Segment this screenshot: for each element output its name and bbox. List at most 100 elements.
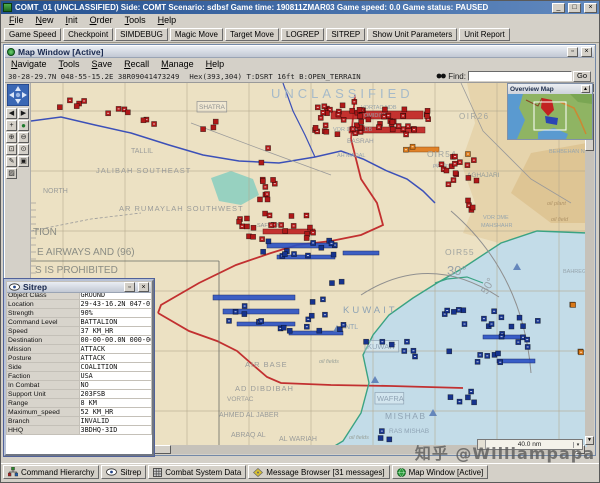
map-label: MAHSHAHR bbox=[481, 223, 513, 229]
map-label: TION bbox=[33, 227, 57, 238]
layers-icon[interactable]: ▨ bbox=[6, 168, 17, 179]
toolbar-button-simdebug[interactable]: SIMDEBUG bbox=[115, 27, 168, 41]
sitrep-field-label: Strength bbox=[6, 308, 80, 318]
prev-view-icon[interactable]: ◀ bbox=[6, 108, 17, 119]
taskbar-button-command-hierarchy[interactable]: Command Hierarchy bbox=[3, 465, 100, 479]
draw-icon[interactable]: ✎ bbox=[6, 156, 17, 167]
unit-cluster[interactable] bbox=[569, 301, 576, 308]
taskbar-button-combat-system-data[interactable]: Combat System Data bbox=[148, 465, 247, 479]
map-status-bar: 30-28-29.7N 048-55-15.2E 38R09041473249 … bbox=[5, 70, 594, 83]
toolbar-button-logrep[interactable]: LOGREP bbox=[281, 27, 325, 41]
sitrep-field-value: ATTACK bbox=[78, 353, 152, 363]
map-label: RAS MISHAB bbox=[389, 428, 429, 435]
sitrep-field-value: 00-00-00.0N 000-00-00.0E bbox=[78, 335, 152, 345]
sitrep-title-bar[interactable]: Sitrep ▫ × bbox=[7, 282, 151, 293]
map-window-restore-button[interactable]: ▫ bbox=[567, 46, 578, 57]
zoom-reset-icon[interactable]: ⊙ bbox=[18, 144, 29, 155]
sitrep-field-value: 29-43-16.2N 047-01-57.1E bbox=[78, 299, 152, 309]
toolbar-button-target-move[interactable]: Target Move bbox=[224, 27, 279, 41]
find-go-button[interactable]: Go bbox=[572, 70, 591, 82]
sitrep-field-label: Speed bbox=[6, 326, 80, 336]
sitrep-field-label: Command Level bbox=[6, 317, 80, 327]
taskbar-button-sitrep[interactable]: Sitrep bbox=[101, 465, 147, 479]
map-menu-recall[interactable]: Recall bbox=[118, 59, 155, 69]
map-label: AL WARIAH bbox=[279, 436, 317, 443]
find-input[interactable] bbox=[467, 71, 572, 81]
menu-init[interactable]: Init bbox=[60, 15, 84, 25]
sitrep-field-label: Destination bbox=[6, 335, 80, 345]
map-label: S IS PROHIBITED bbox=[35, 265, 118, 276]
minimize-button[interactable]: _ bbox=[552, 2, 565, 13]
map-label: VORTAC bbox=[227, 396, 254, 403]
map-label: SHATRA bbox=[199, 104, 226, 111]
sitrep-row: Range 8 KM bbox=[6, 398, 152, 408]
main-toolbar: Game Speed Checkpoint SIMDEBUG Magic Move Ta… bbox=[1, 26, 599, 43]
next-view-icon[interactable]: ▶ bbox=[18, 108, 29, 119]
sitrep-field-label: Faction bbox=[6, 371, 80, 381]
sitrep-restore-button[interactable]: ▫ bbox=[124, 282, 135, 292]
globe-icon bbox=[396, 467, 406, 477]
map-label: ABRAQ AL bbox=[231, 432, 266, 439]
toolbar-button-show-unit-parameters[interactable]: Show Unit Parameters bbox=[367, 27, 458, 41]
message-icon bbox=[253, 467, 264, 477]
toolbar-button-game-speed[interactable]: Game Speed bbox=[4, 27, 62, 41]
map-label: NORTH bbox=[43, 188, 68, 195]
center-icon[interactable]: + bbox=[6, 120, 17, 131]
zoom-area-icon[interactable]: ⊡ bbox=[6, 144, 17, 155]
toolbar-button-magic-move[interactable]: Magic Move bbox=[169, 27, 223, 41]
sitrep-close-button[interactable]: × bbox=[138, 282, 149, 292]
map-label: JALIBAH SOUTHEAST bbox=[96, 166, 191, 175]
toolbar-button-checkpoint[interactable]: Checkpoint bbox=[63, 27, 114, 41]
sitrep-field-label: Branch bbox=[6, 416, 80, 426]
map-menu-tools[interactable]: Tools bbox=[53, 59, 86, 69]
map-label: MISHAB bbox=[385, 411, 427, 421]
maximize-button[interactable]: □ bbox=[568, 2, 581, 13]
menu-tools[interactable]: Tools bbox=[119, 15, 152, 25]
sitrep-field-label: Maximum_speed bbox=[6, 407, 80, 417]
map-menu-bar: Navigate Tools Save Recall Manage Help bbox=[5, 58, 594, 70]
map-label: TALLIL bbox=[131, 148, 153, 155]
map-menu-help[interactable]: Help bbox=[200, 59, 231, 69]
sitrep-field-label: Posture bbox=[6, 353, 80, 363]
map-window-title-bar[interactable]: Map Window [Active] ▫ × bbox=[5, 46, 594, 58]
sitrep-row: Command Level BATTALION bbox=[6, 317, 152, 327]
menu-new[interactable]: New bbox=[30, 15, 60, 25]
globe-icon[interactable]: ● bbox=[18, 120, 29, 131]
sitrep-field-label: Mission bbox=[6, 344, 80, 354]
overview-collapse-button[interactable]: ▲ bbox=[581, 85, 590, 93]
map-menu-manage[interactable]: Manage bbox=[155, 59, 200, 69]
toolbar-button-sitrep[interactable]: SITREP bbox=[326, 27, 366, 41]
map-menu-save[interactable]: Save bbox=[86, 59, 119, 69]
toolbar-button-unit-report[interactable]: Unit Report bbox=[459, 27, 510, 41]
zoom-out-icon[interactable]: ⊖ bbox=[18, 132, 29, 143]
sitrep-field-value: USA bbox=[78, 371, 152, 381]
map-label: BASRAH bbox=[347, 138, 374, 145]
map-label: OIR55 bbox=[445, 247, 475, 257]
pan-compass-control[interactable] bbox=[6, 84, 29, 106]
menu-file[interactable]: File bbox=[3, 15, 30, 25]
menu-help[interactable]: Help bbox=[152, 15, 183, 25]
unit-cluster[interactable] bbox=[577, 348, 584, 356]
title-bar: COMT_01 (UNCLASSIFIED) Side: COMT Scenar… bbox=[1, 1, 599, 14]
sitrep-field-value: 8 KM bbox=[78, 398, 152, 408]
zoom-in-icon[interactable]: ⊕ bbox=[6, 132, 17, 143]
snapshot-icon[interactable]: ▣ bbox=[18, 156, 29, 167]
map-label: AHMED AL JABER bbox=[219, 412, 279, 419]
sitrep-window: Sitrep ▫ × 2-69ARMBNObject ClassGROUNDLo… bbox=[3, 278, 155, 457]
unit-cluster[interactable] bbox=[465, 151, 471, 157]
map-menu-navigate[interactable]: Navigate bbox=[5, 59, 53, 69]
menu-order[interactable]: Order bbox=[84, 15, 119, 25]
map-window-title: Map Window [Active] bbox=[18, 46, 104, 57]
overview-map-canvas[interactable] bbox=[508, 94, 592, 139]
taskbar-button-message-browser-31-messages[interactable]: Message Browser [31 messages] bbox=[248, 465, 390, 479]
map-window-close-button[interactable]: × bbox=[581, 46, 592, 57]
application-window: COMT_01 (UNCLASSIFIED) Side: COMT Scenar… bbox=[0, 0, 600, 483]
sitrep-field-value: 90% bbox=[78, 308, 152, 318]
app-icon bbox=[3, 3, 12, 12]
overview-map-title-bar[interactable]: Overview Map ▲ bbox=[508, 84, 592, 94]
close-button[interactable]: × bbox=[584, 2, 597, 13]
sitrep-row: Support Unit 203FSB bbox=[6, 389, 152, 399]
taskbar-button-map-window-active[interactable]: Map Window [Active] bbox=[391, 465, 489, 479]
sitrep-field-value: COALITION bbox=[78, 362, 152, 372]
map-label: VOR DME bbox=[483, 215, 509, 221]
